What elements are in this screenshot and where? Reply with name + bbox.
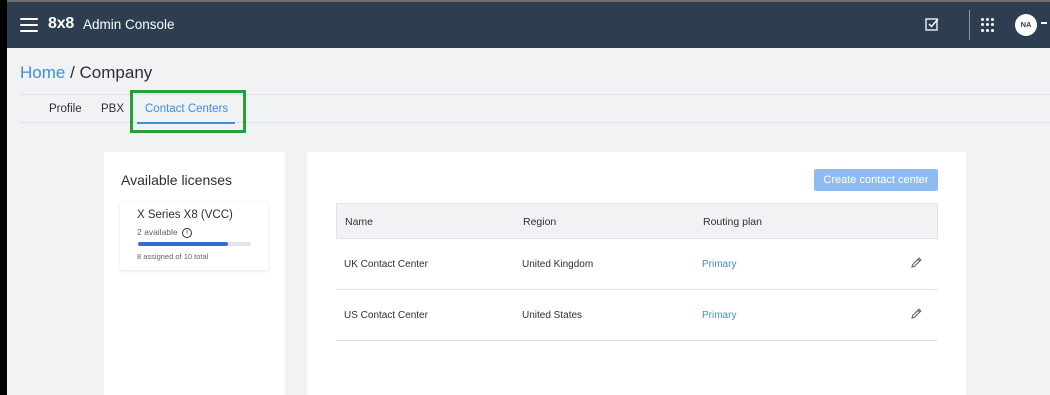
tab-pbx[interactable]: PBX [101,103,124,115]
window-edge [0,0,7,395]
column-header-routing-plan: Routing plan [703,216,762,228]
row-routing-plan-link[interactable]: Primary [702,310,736,321]
pencil-icon[interactable] [909,307,923,321]
topbar-divider [969,10,970,40]
column-header-region: Region [523,216,557,228]
apps-grid-icon[interactable] [981,18,995,32]
row-name: US Contact Center [344,310,428,321]
table-row: UK Contact Center United Kingdom Primary [336,239,938,290]
licenses-card: Available licenses X Series X8 (VCC) 2 a… [104,152,285,395]
menu-icon[interactable] [20,18,38,32]
info-icon[interactable]: i [182,227,193,238]
license-item: X Series X8 (VCC) 2 available i 8 assign… [120,202,268,270]
create-contact-center-button[interactable]: Create contact center [814,169,938,191]
contact-centers-table: Name Region Routing plan UK Contact Cent… [336,203,938,341]
highlight-annotation [130,90,246,133]
tab-profile[interactable]: Profile [49,103,82,115]
breadcrumb-separator: / [65,63,80,82]
license-progress-fill [138,242,229,246]
top-navigation-bar: 8x8 Admin Console NA [7,0,1050,48]
license-assigned-total: 8 assigned of 10 total [137,252,209,261]
chevron-down-icon[interactable] [1041,22,1047,24]
license-available-text: 2 available [137,227,178,237]
user-avatar[interactable]: NA [1015,14,1037,36]
row-region: United Kingdom [522,259,594,270]
row-name: UK Contact Center [344,259,428,270]
license-name: X Series X8 (VCC) [137,209,233,221]
table-header: Name Region Routing plan [336,203,938,239]
breadcrumb-home-link[interactable]: Home [20,63,65,82]
contact-centers-card: Create contact center Name Region Routin… [307,152,966,395]
breadcrumb: Home / Company [20,63,152,83]
column-header-name: Name [345,216,374,228]
app-title: Admin Console [83,17,175,32]
row-region: United States [522,310,583,321]
table-row: US Contact Center United States Primary [336,290,938,341]
license-progress-bar [138,242,251,246]
row-routing-plan-link[interactable]: Primary [702,259,736,270]
brand-logo: 8x8 [48,15,75,32]
pencil-icon[interactable] [909,256,923,270]
checkbox-icon[interactable] [924,16,940,32]
breadcrumb-current: Company [79,63,153,82]
license-available: 2 available i [137,227,193,238]
licenses-heading: Available licenses [121,172,233,188]
